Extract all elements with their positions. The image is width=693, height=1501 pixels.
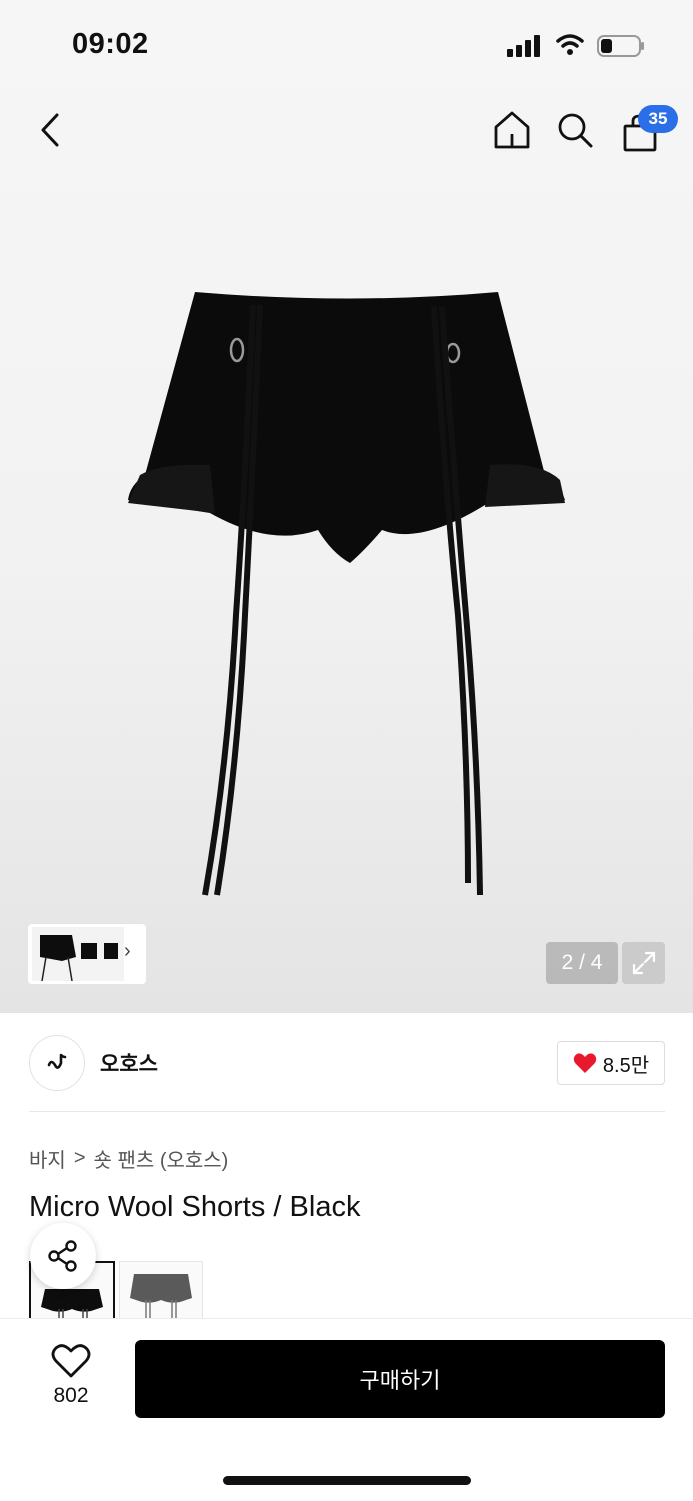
share-button[interactable] — [30, 1223, 96, 1289]
home-button[interactable] — [487, 105, 537, 155]
home-indicator[interactable] — [223, 1476, 471, 1485]
brand-like-button[interactable]: 8.5만 — [557, 1041, 665, 1085]
thumbnail-chevron-icon[interactable]: › — [124, 940, 131, 963]
home-icon — [494, 111, 530, 149]
wishlist-heart-icon[interactable] — [51, 1343, 91, 1379]
breadcrumb-separator: > — [73, 1147, 86, 1169]
heart-icon — [573, 1053, 597, 1073]
brand-logo-icon — [47, 1053, 67, 1069]
brand-logo[interactable] — [29, 1035, 85, 1091]
brand-name[interactable]: 오호스 — [100, 1048, 158, 1078]
color-variant-gray[interactable] — [119, 1261, 203, 1320]
breadcrumb: 바지 > 숏 팬츠 (오호스) — [29, 1144, 228, 1173]
status-time: 09:02 — [72, 28, 149, 60]
share-icon — [48, 1240, 77, 1272]
battery-icon — [597, 35, 644, 57]
back-button[interactable] — [25, 105, 75, 155]
breadcrumb-subcategory[interactable]: 숏 팬츠 (오호스) — [94, 1144, 229, 1173]
expand-icon — [632, 951, 655, 975]
signal-icon — [507, 35, 540, 57]
divider — [29, 1111, 665, 1112]
brand-like-count: 8.5만 — [602, 1054, 650, 1077]
variant-thumbnail — [130, 1274, 192, 1320]
wishlist-count: 802 — [53, 1384, 89, 1407]
back-icon — [41, 113, 59, 147]
buy-button[interactable]: 구매하기 — [135, 1340, 665, 1418]
thumbnail-preview — [32, 927, 124, 981]
breadcrumb-category[interactable]: 바지 — [29, 1144, 66, 1173]
search-button[interactable] — [550, 105, 600, 155]
image-page-indicator: 2 / 4 — [546, 942, 618, 984]
cart-count-badge: 35 — [638, 105, 678, 133]
expand-button[interactable] — [622, 942, 665, 984]
search-icon — [558, 113, 593, 148]
product-title: Micro Wool Shorts / Black — [29, 1191, 361, 1223]
product-image[interactable] — [120, 285, 580, 900]
wifi-icon — [556, 34, 584, 55]
